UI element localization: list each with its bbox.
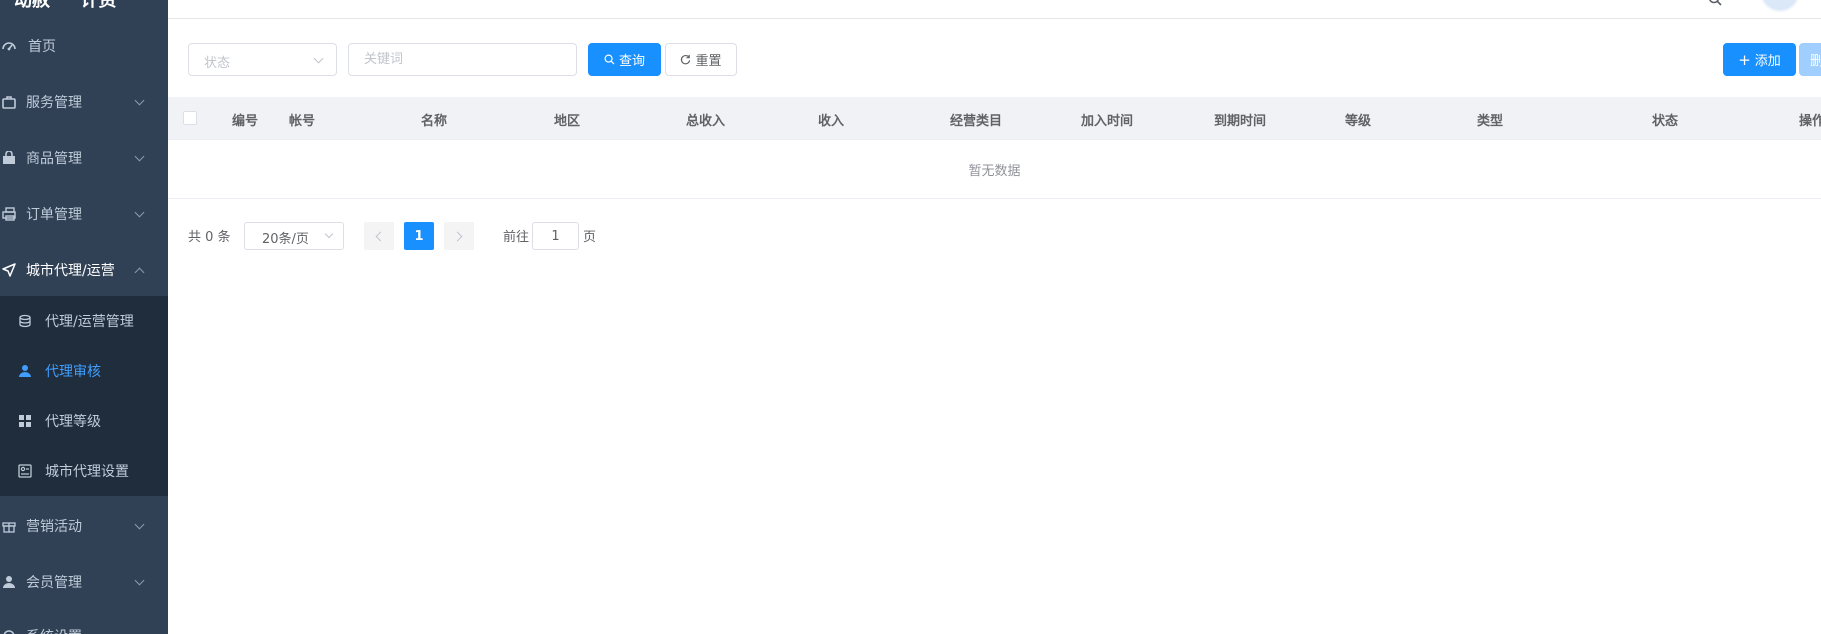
shopping-bag-icon xyxy=(0,149,18,167)
sidebar-item-label: 城市代理/运营 xyxy=(26,263,115,279)
sidebar-item-marketing[interactable]: 营销活动 xyxy=(0,498,168,554)
sidebar-item-orders[interactable]: 订单管理 xyxy=(0,186,168,242)
chevron-down-icon xyxy=(134,519,145,530)
sidebar-item-members[interactable]: 会员管理 xyxy=(0,554,168,610)
settings-icon xyxy=(0,93,18,111)
column-header: 帐号 xyxy=(289,114,316,129)
coins-icon xyxy=(16,312,34,330)
sidebar-item-service[interactable]: 服务管理 xyxy=(0,74,168,130)
settings-panel-icon xyxy=(16,462,34,480)
sidebar-item-label: 首页 xyxy=(28,39,56,55)
chevron-right-icon xyxy=(452,231,463,241)
chevron-down-icon xyxy=(313,53,324,64)
page-number-button[interactable]: 1 xyxy=(404,222,434,250)
column-header: 操作 xyxy=(1799,114,1821,129)
user-icon xyxy=(0,573,18,591)
pagination-total: 共 0 条 xyxy=(188,230,231,245)
prev-page-button[interactable] xyxy=(364,222,394,250)
top-navbar xyxy=(168,0,1821,19)
plus-icon: + xyxy=(1738,50,1751,69)
table-empty-row: 暂无数据 xyxy=(168,140,1821,199)
reset-button-label: 重置 xyxy=(695,54,722,69)
column-header: 地区 xyxy=(554,114,581,129)
sidebar-item-label: 服务管理 xyxy=(26,95,82,111)
column-header: 总收入 xyxy=(686,114,726,129)
refresh-icon xyxy=(681,54,691,65)
next-page-button[interactable] xyxy=(444,222,474,250)
table-header: 编号 帐号 名称 地区 总收入 收入 经营类目 加入时间 到期时间 等级 类型 … xyxy=(168,97,1821,140)
sidebar: 动赦 一 计资 首页 服务管理 商品管理 订单管理 城市代理/运营 代理/运营管… xyxy=(0,0,168,634)
status-select-placeholder: 状态 xyxy=(204,56,231,71)
submenu-item-agent-review[interactable]: 代理审核 xyxy=(0,346,168,396)
submenu-item-label: 代理等级 xyxy=(45,414,101,430)
column-header: 名称 xyxy=(421,114,448,129)
submenu-city-agent: 代理/运营管理 代理审核 代理等级 城市代理设置 xyxy=(0,296,168,496)
delete-button[interactable]: 删 xyxy=(1799,43,1821,76)
column-header: 类型 xyxy=(1477,114,1504,129)
reset-button[interactable]: 重置 xyxy=(665,43,737,76)
search-icon xyxy=(604,54,615,65)
location-arrow-icon xyxy=(0,261,18,279)
column-header: 加入时间 xyxy=(1081,114,1134,129)
submenu-item-label: 代理/运营管理 xyxy=(45,314,134,330)
add-button-label: 添加 xyxy=(1754,54,1781,69)
user-icon xyxy=(16,362,34,380)
avatar[interactable] xyxy=(1760,0,1800,12)
submenu-item-agent-level[interactable]: 代理等级 xyxy=(0,396,168,446)
sidebar-item-label: 订单管理 xyxy=(26,207,82,223)
add-button[interactable]: + 添加 xyxy=(1723,43,1796,76)
chevron-down-icon xyxy=(134,151,145,162)
column-header: 状态 xyxy=(1652,114,1679,129)
goto-page-input[interactable] xyxy=(532,222,579,250)
column-header: 等级 xyxy=(1345,114,1372,129)
chevron-down-icon xyxy=(134,207,145,218)
page-unit-label: 页 xyxy=(583,230,597,245)
chevron-down-icon xyxy=(134,575,145,586)
sidebar-item-home[interactable]: 首页 xyxy=(0,18,168,74)
search-button[interactable]: 查询 xyxy=(588,43,661,76)
submenu-item-agent-management[interactable]: 代理/运营管理 xyxy=(0,296,168,346)
chevron-up-icon xyxy=(134,267,145,278)
page-size-select[interactable]: 20条/页 xyxy=(244,222,344,250)
sidebar-item-city-agent[interactable]: 城市代理/运营 xyxy=(0,242,168,298)
goto-label: 前往 xyxy=(503,230,530,245)
column-header: 收入 xyxy=(818,114,845,129)
submenu-item-city-agent-settings[interactable]: 城市代理设置 xyxy=(0,446,168,496)
column-header: 编号 xyxy=(232,114,259,129)
settings-gear-icon xyxy=(0,627,18,634)
printer-icon xyxy=(0,205,18,223)
search-icon[interactable] xyxy=(1708,0,1722,6)
page-size-value: 20条/页 xyxy=(262,232,309,247)
sidebar-item-label: 会员管理 xyxy=(26,575,82,591)
select-all-checkbox[interactable] xyxy=(183,111,197,125)
chevron-down-icon xyxy=(134,95,145,106)
submenu-item-label: 代理审核 xyxy=(45,364,101,380)
sidebar-item-goods[interactable]: 商品管理 xyxy=(0,130,168,186)
search-button-label: 查询 xyxy=(618,54,645,69)
grid-icon xyxy=(16,412,34,430)
submenu-item-label: 城市代理设置 xyxy=(45,464,129,480)
chevron-down-icon xyxy=(324,229,334,239)
sidebar-item-label: 系统设置 xyxy=(26,626,82,634)
status-select[interactable]: 状态 xyxy=(188,43,337,76)
keyword-input[interactable] xyxy=(348,43,577,76)
sidebar-item-label: 商品管理 xyxy=(26,151,82,167)
chevron-left-icon xyxy=(375,231,386,241)
dashboard-icon xyxy=(0,37,18,55)
delete-button-label: 删 xyxy=(1810,54,1821,69)
app-title: 动赦 一 计资 xyxy=(14,0,117,11)
empty-state-text: 暂无数据 xyxy=(968,164,1021,179)
sidebar-item-label: 营销活动 xyxy=(26,519,82,535)
gift-icon xyxy=(0,517,18,535)
sidebar-item-system[interactable]: 系统设置 xyxy=(0,608,168,634)
column-header: 到期时间 xyxy=(1214,114,1267,129)
column-header: 经营类目 xyxy=(950,114,1003,129)
